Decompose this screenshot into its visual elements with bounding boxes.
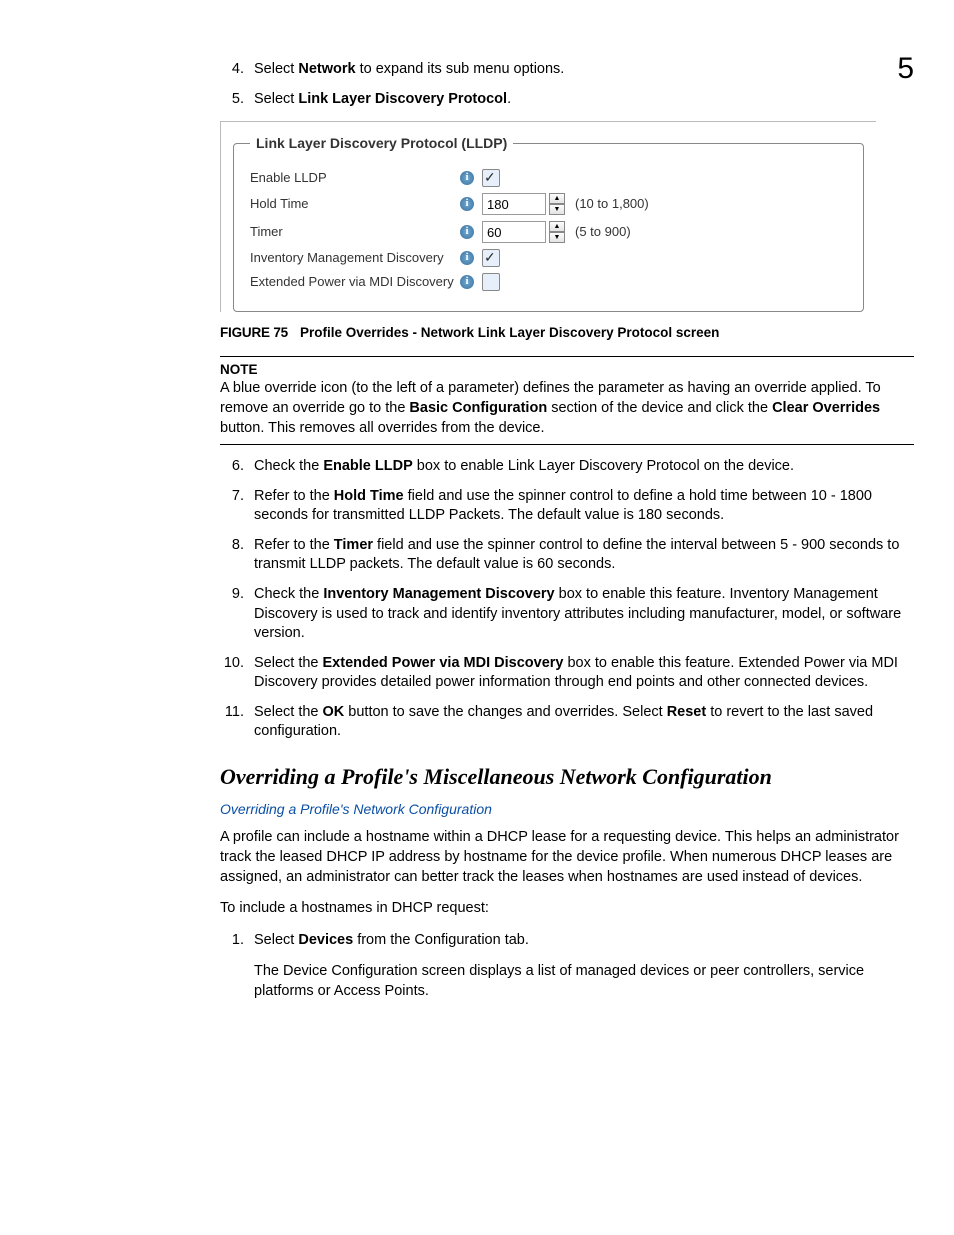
label-timer: Timer xyxy=(250,223,460,241)
lldp-panel: Link Layer Discovery Protocol (LLDP) Ena… xyxy=(220,121,876,312)
checkbox-extended-power[interactable] xyxy=(482,273,500,291)
breadcrumb-link[interactable]: Overriding a Profile's Network Configura… xyxy=(220,800,492,819)
step-4: Select Network to expand its sub menu op… xyxy=(248,60,914,80)
note-text: A blue override icon (to the left of a p… xyxy=(220,379,914,438)
label-enable-lldp: Enable LLDP xyxy=(250,169,460,187)
label-extended-power: Extended Power via MDI Discovery xyxy=(250,273,460,291)
step-5: Select Link Layer Discovery Protocol. xyxy=(248,90,914,110)
to-include-line: To include a hostnames in DHCP request: xyxy=(220,899,914,919)
hold-time-up[interactable]: ▲ xyxy=(549,193,565,204)
note-block: NOTE A blue override icon (to the left o… xyxy=(220,356,914,445)
panel-legend: Link Layer Discovery Protocol (LLDP) xyxy=(250,134,513,153)
label-inventory: Inventory Management Discovery xyxy=(250,249,460,267)
input-hold-time[interactable] xyxy=(482,193,546,215)
info-icon[interactable]: i xyxy=(460,197,474,211)
profile-paragraph: A profile can include a hostname within … xyxy=(220,828,914,887)
timer-down[interactable]: ▼ xyxy=(549,232,565,243)
info-icon[interactable]: i xyxy=(460,225,474,239)
section-heading: Overriding a Profile's Miscellaneous Net… xyxy=(220,762,914,792)
info-icon[interactable]: i xyxy=(460,275,474,289)
new-step-1: Select Devices from the Configuration ta… xyxy=(248,931,914,1002)
step-6: Check the Enable LLDP box to enable Link… xyxy=(248,457,914,477)
hold-time-range: (10 to 1,800) xyxy=(575,195,649,213)
checkbox-enable-lldp[interactable] xyxy=(482,169,500,187)
timer-up[interactable]: ▲ xyxy=(549,221,565,232)
row-enable-lldp: Enable LLDP i xyxy=(250,169,847,187)
chapter-number: 5 xyxy=(897,52,914,86)
step-11: Select the OK button to save the changes… xyxy=(248,703,914,742)
step-8: Refer to the Timer field and use the spi… xyxy=(248,536,914,575)
info-icon[interactable]: i xyxy=(460,251,474,265)
step-9: Check the Inventory Management Discovery… xyxy=(248,585,914,644)
row-timer: Timer i ▲ ▼ (5 to 900) xyxy=(250,221,847,243)
row-extended-power: Extended Power via MDI Discovery i xyxy=(250,273,847,291)
checkbox-inventory[interactable] xyxy=(482,249,500,267)
new-step-1-sub: The Device Configuration screen displays… xyxy=(254,962,914,1001)
step-10: Select the Extended Power via MDI Discov… xyxy=(248,654,914,693)
info-icon[interactable]: i xyxy=(460,171,474,185)
input-timer[interactable] xyxy=(482,221,546,243)
figure-caption: FIGURE 75Profile Overrides - Network Lin… xyxy=(220,324,914,342)
row-inventory: Inventory Management Discovery i xyxy=(250,249,847,267)
label-hold-time: Hold Time xyxy=(250,195,460,213)
hold-time-down[interactable]: ▼ xyxy=(549,204,565,215)
note-label: NOTE xyxy=(220,361,914,379)
step-7: Refer to the Hold Time field and use the… xyxy=(248,487,914,526)
row-hold-time: Hold Time i ▲ ▼ (10 to 1,800) xyxy=(250,193,847,215)
timer-range: (5 to 900) xyxy=(575,223,631,241)
